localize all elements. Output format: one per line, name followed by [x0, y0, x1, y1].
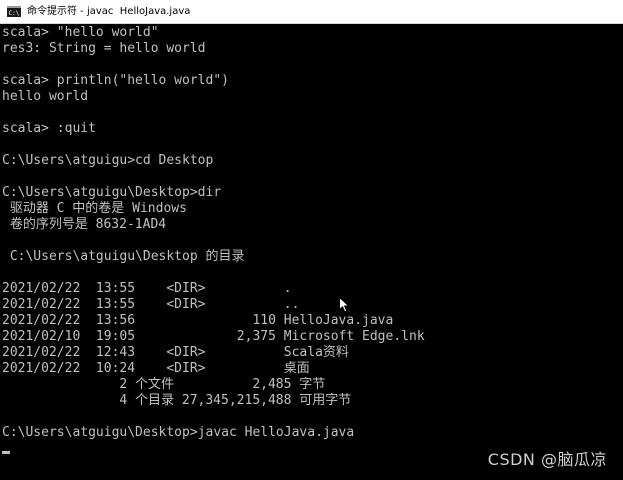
title-bar[interactable]: C:\ 命令提示符 - javac HelloJava.java [0, 0, 623, 24]
command-prompt-window: C:\ 命令提示符 - javac HelloJava.java scala> … [0, 0, 623, 480]
console-line: res3: String = hello world [2, 41, 206, 56]
text-cursor [2, 451, 10, 454]
console-line: 2021/02/22 13:55 <DIR> . [2, 281, 292, 296]
console-line: 2021/02/22 10:24 <DIR> 桌面 [2, 361, 310, 376]
console-line: C:\Users\atguigu\Desktop 的目录 [2, 249, 245, 264]
console-line: 2021/02/10 19:05 2,375 Microsoft Edge.ln… [2, 329, 425, 344]
console-line: C:\Users\atguigu>cd Desktop [2, 153, 214, 168]
console-line: scala> "hello world" [2, 25, 159, 40]
console-line: 驱动器 C 中的卷是 Windows [2, 201, 187, 216]
console-line: 2021/02/22 13:56 110 HelloJava.java [2, 313, 394, 328]
console-line: 2021/02/22 12:43 <DIR> Scala资料 [2, 345, 349, 360]
console-line: scala> println("hello world") [2, 73, 229, 88]
console-line: 卷的序列号是 8632-1AD4 [2, 217, 167, 232]
watermark-text: CSDN @脑瓜凉 [487, 450, 607, 469]
console-line: 2021/02/22 13:55 <DIR> .. [2, 297, 300, 312]
console-output[interactable]: scala> "hello world" res3: String = hello… [2, 25, 621, 477]
window-title: 命令提示符 - javac HelloJava.java [27, 5, 191, 17]
console-line: 4 个目录 27,345,215,488 可用字节 [2, 393, 352, 408]
console-line: scala> :quit [2, 121, 96, 136]
console-line: hello world [2, 89, 89, 104]
svg-text:C:\: C:\ [9, 10, 20, 17]
console-line: 2 个文件 2,485 字节 [2, 377, 326, 392]
cmd-icon: C:\ [7, 6, 21, 17]
console-line: C:\Users\atguigu\Desktop>dir [2, 185, 222, 200]
mouse-pointer-icon [339, 297, 350, 313]
console-line: C:\Users\atguigu\Desktop>javac HelloJava… [2, 425, 355, 440]
